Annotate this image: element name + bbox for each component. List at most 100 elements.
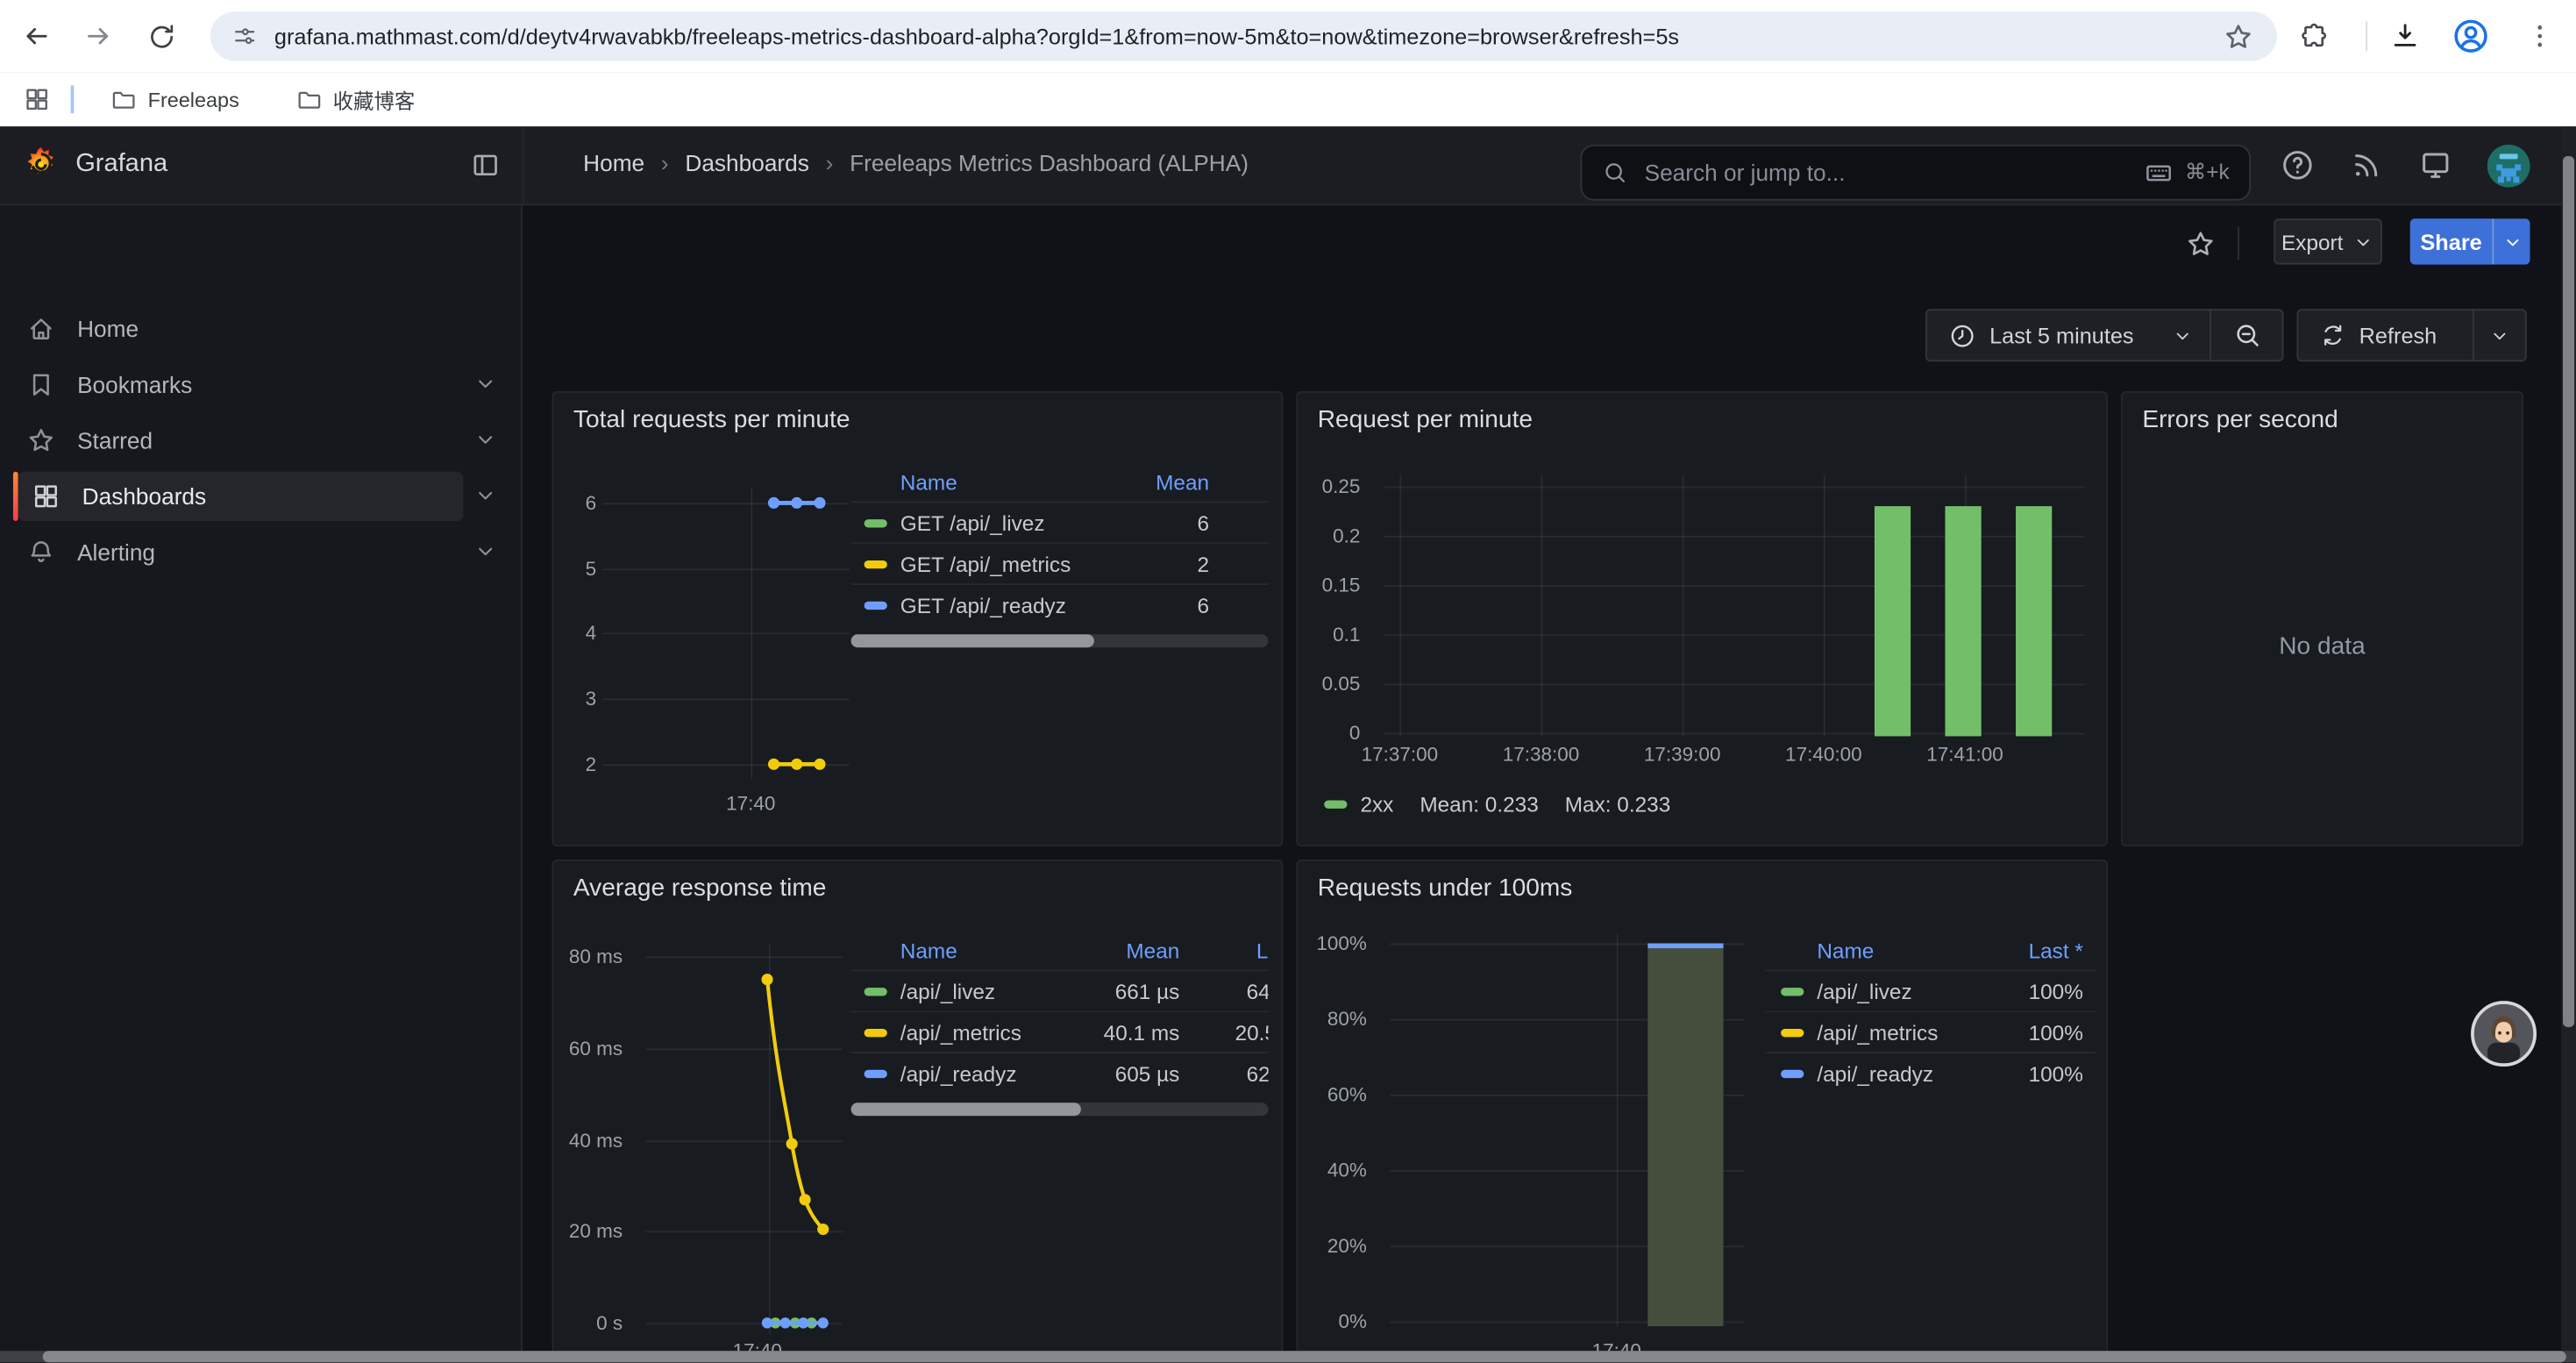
chevron-down-icon[interactable]: [473, 483, 498, 508]
url-bar[interactable]: grafana.mathmast.com/d/deytv4rwavabkb/fr…: [210, 11, 2277, 61]
area-fill[interactable]: [1647, 944, 1723, 1327]
series-last: 100%: [1991, 1060, 2083, 1085]
sidebar-item-label: Home: [77, 316, 139, 342]
time-range-picker[interactable]: Last 5 minutes: [1927, 310, 2210, 360]
site-settings-icon[interactable]: [231, 23, 258, 49]
zoom-out-button[interactable]: [2210, 310, 2281, 360]
legend-header-last[interactable]: Last *: [1991, 938, 2083, 962]
series-name[interactable]: GET /api/_readyz: [900, 592, 1177, 617]
bookmark-folder-freeleaps[interactable]: Freeleaps: [97, 80, 253, 119]
download-icon[interactable]: [2382, 13, 2428, 59]
legend-row[interactable]: /api/_readyz 100%: [1764, 1052, 2096, 1093]
legend-row[interactable]: /api/_readyz 605 µs 620 µs: [851, 1052, 1269, 1093]
sidebar-item-starred[interactable]: Starred: [13, 416, 463, 465]
legend-scrollbar[interactable]: [851, 634, 1269, 647]
y-tick: 0.2: [1311, 525, 1360, 547]
back-icon[interactable]: [13, 13, 59, 59]
bookmark-label: Freeleaps: [148, 88, 239, 111]
horizontal-scrollbar-thumb[interactable]: [43, 1351, 2566, 1362]
bar-2xx[interactable]: [1945, 506, 1981, 736]
breadcrumb-home[interactable]: Home: [583, 150, 644, 176]
user-avatar[interactable]: [2487, 145, 2530, 188]
brand-text[interactable]: Grafana: [75, 150, 167, 180]
legend-row[interactable]: /api/_metrics 100%: [1764, 1010, 2096, 1052]
browser-menu-icon[interactable]: [2517, 13, 2563, 59]
bar-2xx[interactable]: [1875, 506, 1911, 736]
news-rss-icon[interactable]: [2349, 148, 2383, 182]
vertical-scrollbar-thumb[interactable]: [2563, 156, 2574, 1027]
sidebar-item-bookmarks[interactable]: Bookmarks: [13, 360, 463, 409]
legend-header-name[interactable]: Name: [900, 938, 1094, 962]
search-input[interactable]: Search or jump to... ⌘+k: [1581, 145, 2251, 201]
refresh-interval-button[interactable]: [2473, 310, 2525, 360]
forward-icon[interactable]: [75, 13, 121, 59]
chevron-down-icon[interactable]: [473, 371, 498, 396]
reload-icon[interactable]: [138, 13, 183, 59]
series-mean: 2: [1177, 552, 1269, 576]
legend-row[interactable]: GET /api/_readyz 6: [851, 583, 1269, 624]
legend-series-2xx[interactable]: 2xx: [1324, 792, 1393, 817]
series-pill: [865, 1028, 887, 1036]
sidebar-item-label: Starred: [77, 427, 153, 453]
area-top-line: [1647, 944, 1723, 948]
grafana-logo-icon[interactable]: [23, 146, 59, 182]
url-text[interactable]: grafana.mathmast.com/d/deytv4rwavabkb/fr…: [274, 24, 2200, 48]
breadcrumb-separator: ›: [661, 150, 669, 176]
breadcrumb-dashboards[interactable]: Dashboards: [685, 150, 808, 176]
sidebar-toggle-icon[interactable]: [470, 150, 502, 182]
series-name[interactable]: /api/_metrics: [1817, 1020, 1991, 1045]
legend-header-mean[interactable]: Mean: [1117, 469, 1268, 494]
sidebar-item-dashboards[interactable]: Dashboards: [18, 472, 464, 521]
share-menu-button[interactable]: [2492, 218, 2530, 264]
legend-row[interactable]: /api/_livez 661 µs 646 µs: [851, 969, 1269, 1010]
legend-scrollbar[interactable]: [851, 1103, 1269, 1116]
legend-header-mean[interactable]: Mean: [1094, 938, 1179, 962]
bar-2xx[interactable]: [2016, 506, 2052, 736]
series-pill: [865, 518, 887, 526]
series-name[interactable]: /api/_readyz: [1817, 1060, 1991, 1085]
panel-errors-per-second: Errors per second No data: [2121, 391, 2523, 846]
panel-title[interactable]: Request per minute: [1318, 406, 1533, 434]
sidebar-item-alerting[interactable]: Alerting: [13, 527, 463, 576]
series-name[interactable]: /api/_metrics: [900, 1020, 1094, 1045]
series-name[interactable]: /api/_livez: [900, 979, 1094, 1003]
apps-grid-icon[interactable]: [23, 85, 51, 113]
legend-row[interactable]: GET /api/_livez 6: [851, 501, 1269, 542]
y-tick: 20%: [1305, 1234, 1367, 1257]
legend-header-last[interactable]: Last *: [1232, 938, 1268, 962]
refresh-button[interactable]: Refresh: [2298, 310, 2473, 360]
export-button[interactable]: Export: [2274, 218, 2382, 264]
y-tick: 60%: [1305, 1083, 1367, 1106]
series-mean: 6: [1177, 592, 1269, 617]
legend-header-name[interactable]: Name: [900, 469, 1117, 494]
kiosk-monitor-icon[interactable]: [2418, 148, 2452, 182]
legend-header-name[interactable]: Name: [1817, 938, 1991, 962]
series-name[interactable]: GET /api/_livez: [900, 510, 1177, 535]
favorite-star-icon[interactable]: [2185, 228, 2217, 260]
profile-icon[interactable]: [2448, 13, 2494, 59]
legend-row[interactable]: GET /api/_metrics 2: [851, 542, 1269, 583]
extensions-icon[interactable]: [2290, 13, 2336, 59]
share-button[interactable]: Share: [2410, 218, 2493, 264]
chevron-down-icon[interactable]: [473, 427, 498, 452]
series-last: 646 µs: [1232, 979, 1268, 1003]
series-name[interactable]: /api/_livez: [1817, 979, 1991, 1003]
bookmark-folder-blogs[interactable]: 收藏博客: [282, 77, 429, 122]
chevron-down-icon[interactable]: [473, 539, 498, 564]
help-icon[interactable]: [2281, 148, 2315, 182]
panel-title[interactable]: Errors per second: [2142, 406, 2338, 434]
refresh-label: Refresh: [2359, 323, 2437, 347]
series-mean: 661 µs: [1094, 979, 1179, 1003]
bookmark-star-icon[interactable]: [2223, 20, 2254, 52]
star-icon: [26, 425, 56, 455]
legend-row[interactable]: /api/_metrics 40.1 ms 20.5 ms: [851, 1010, 1269, 1052]
panel-requests-under-100ms: Requests under 100ms 100% 80% 60% 40% 20…: [1296, 860, 2108, 1362]
series-name[interactable]: GET /api/_metrics: [900, 552, 1177, 576]
assistant-avatar[interactable]: [2471, 1001, 2537, 1067]
series-name[interactable]: /api/_readyz: [900, 1060, 1094, 1085]
sidebar-item-home[interactable]: Home: [13, 304, 463, 353]
keyboard-icon: [2144, 158, 2174, 188]
panel-title[interactable]: Requests under 100ms: [1318, 874, 1573, 903]
toolbar-divider: [2366, 21, 2367, 51]
legend-row[interactable]: /api/_livez 100%: [1764, 969, 2096, 1010]
